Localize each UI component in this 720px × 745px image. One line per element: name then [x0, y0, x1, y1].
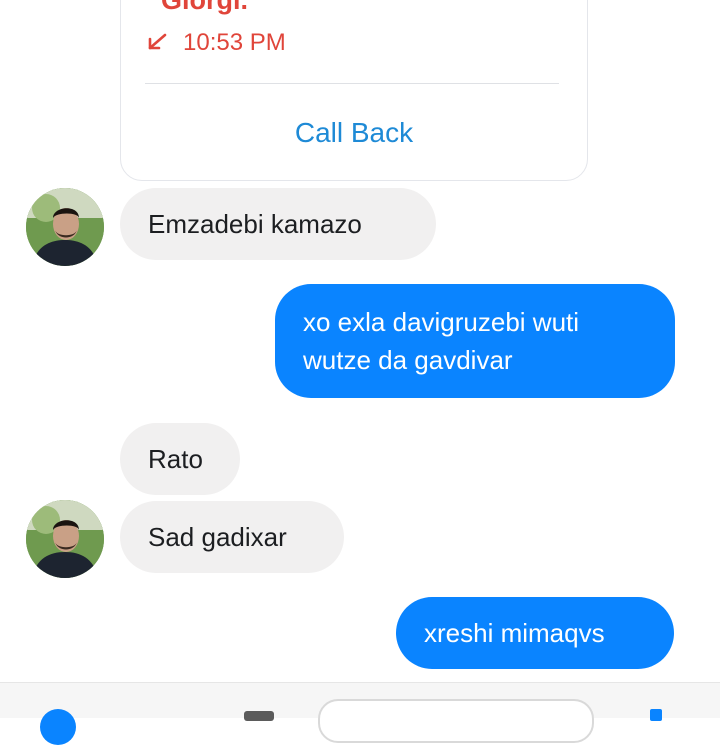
call-time: 10:53 PM	[183, 29, 286, 56]
message-text: Emzadebi kamazo	[148, 209, 362, 239]
more-icon[interactable]	[40, 709, 76, 745]
camera-icon[interactable]	[244, 711, 274, 721]
call-back-button[interactable]: Call Back	[121, 117, 587, 149]
message-bubble-sent[interactable]: xreshi mimaqvs	[396, 597, 674, 669]
message-text-line: xo exla davigruzebi wuti	[303, 307, 580, 337]
like-icon[interactable]	[650, 709, 662, 721]
message-input[interactable]	[318, 699, 594, 743]
caller-name: Giorgi.	[161, 0, 248, 15]
call-time-row: 10:53 PM	[147, 29, 286, 57]
divider	[145, 83, 559, 84]
missed-call-arrow-icon	[147, 29, 171, 57]
message-text: Sad gadixar	[148, 522, 287, 552]
message-bubble-sent[interactable]: xo exla davigruzebi wuti wutze da gavdiv…	[275, 284, 675, 398]
message-bubble-received[interactable]: Sad gadixar	[120, 501, 344, 573]
message-text-line: wutze da gavdivar	[303, 345, 513, 375]
missed-call-card: Giorgi. 10:53 PM Call Back	[120, 0, 588, 181]
message-text: Rato	[148, 444, 203, 474]
message-bubble-received[interactable]: Rato	[120, 423, 240, 495]
composer-bar	[0, 682, 720, 745]
message-bubble-received[interactable]: Emzadebi kamazo	[120, 188, 436, 260]
message-text: xreshi mimaqvs	[424, 618, 605, 648]
avatar[interactable]	[26, 188, 104, 266]
avatar[interactable]	[26, 500, 104, 578]
